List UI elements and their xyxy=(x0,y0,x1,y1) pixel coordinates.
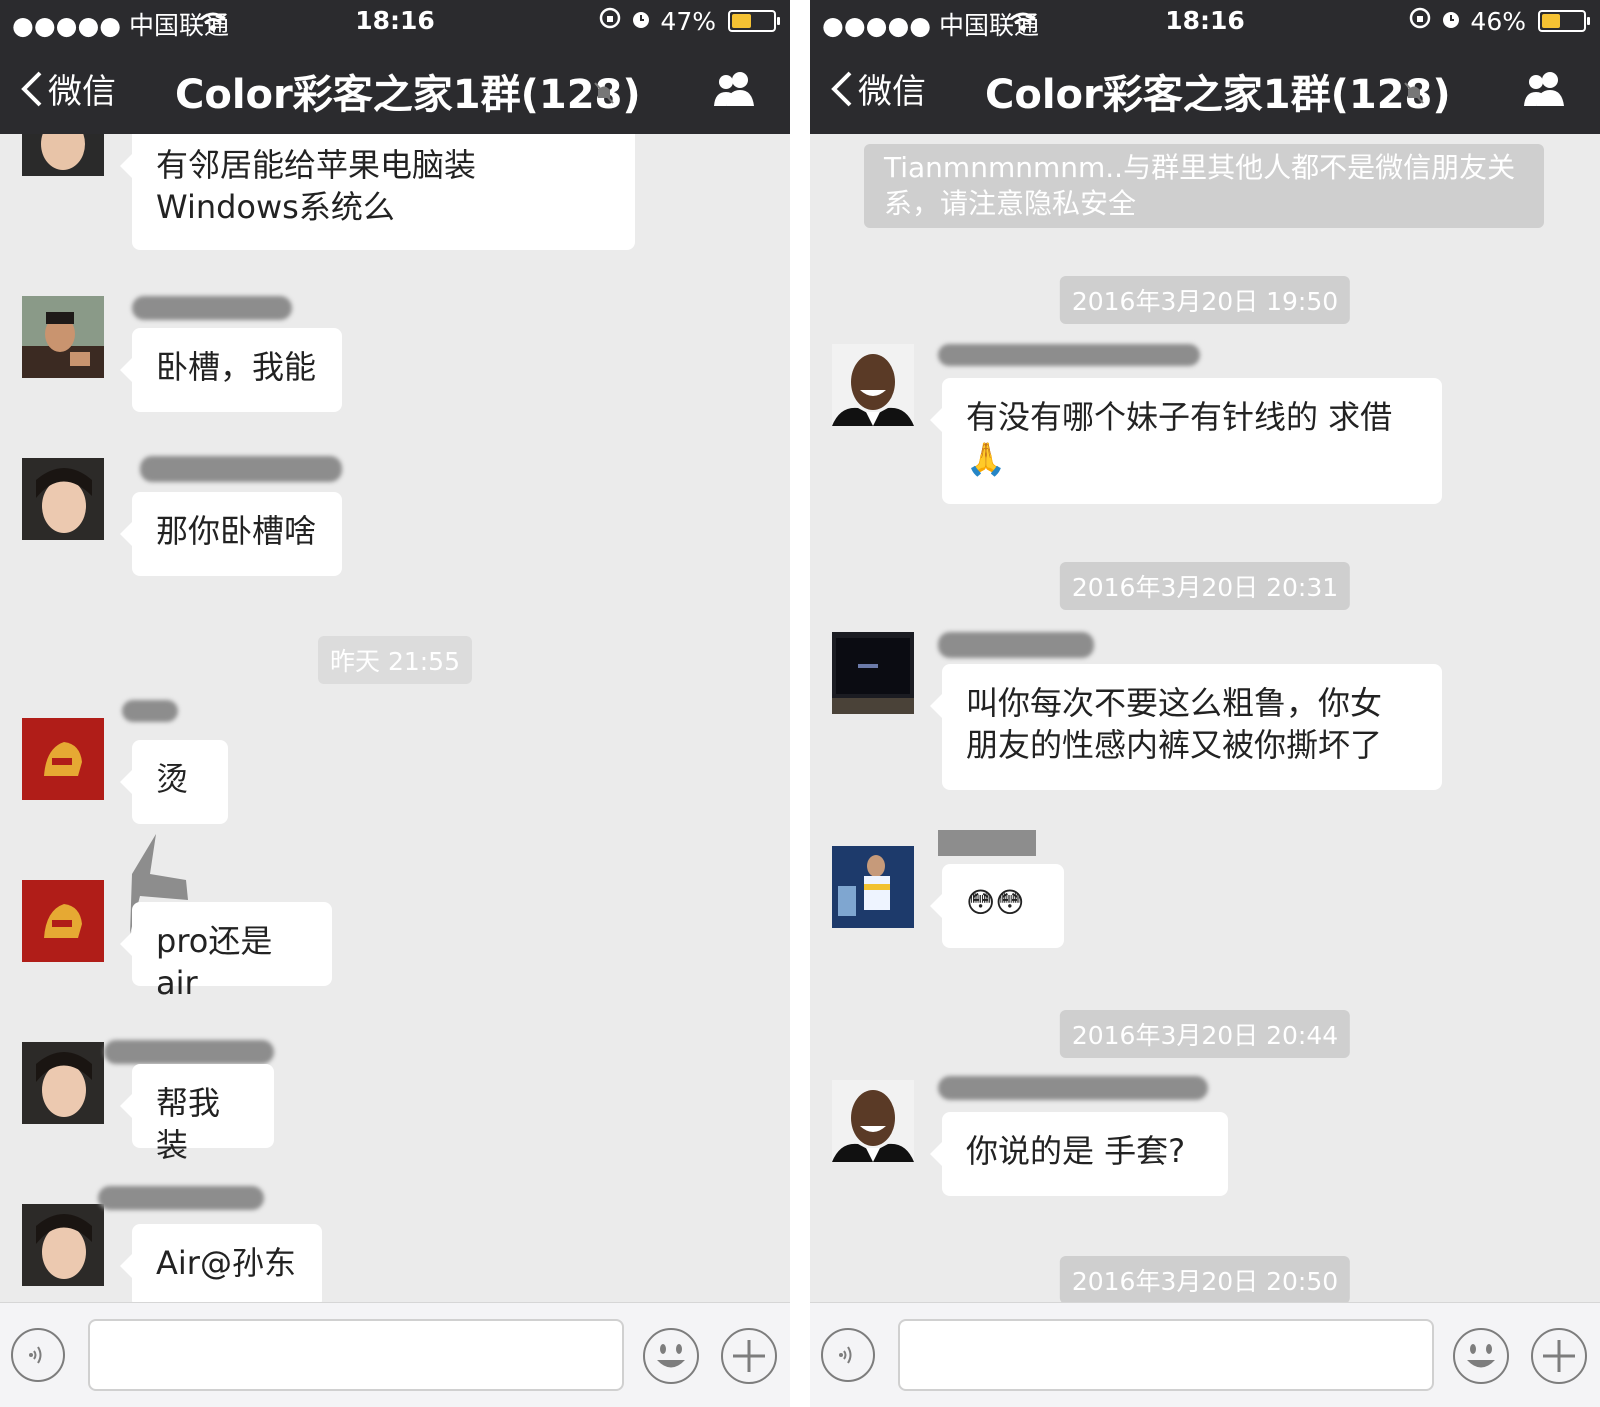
rotation-lock-icon xyxy=(1408,6,1432,36)
message-bubble[interactable]: 你说的是 手套? xyxy=(930,1112,1228,1196)
message-bubble[interactable]: 😳😳 xyxy=(930,864,1064,948)
avatar-girl[interactable] xyxy=(22,134,104,176)
avatar-laughing-man[interactable] xyxy=(832,1080,914,1162)
timestamp-chip: 2016年3月20日 19:50 xyxy=(1059,276,1351,324)
chat-title: Color彩客之家1群(128) xyxy=(175,72,641,118)
message-text-line2: Windows系统么 xyxy=(156,188,395,226)
message-text-line1: 有邻居能给苹果电脑装 xyxy=(156,146,477,184)
back-label: 微信 xyxy=(858,72,926,112)
message-text: Air@孙东 xyxy=(156,1244,296,1282)
mute-icon xyxy=(1402,80,1426,110)
plus-icon xyxy=(721,1328,777,1384)
right-chat-screen: ●●●●● 中国联通 18:16 46% 微信 Color彩客之家1群(128) xyxy=(810,0,1600,1407)
sender-name-redacted xyxy=(98,1186,264,1210)
mute-icon xyxy=(592,80,616,110)
sender-name-redacted xyxy=(132,296,292,320)
message-input[interactable] xyxy=(88,1319,624,1391)
message-text: 烫 xyxy=(156,760,189,798)
message-list[interactable]: 有邻居能给苹果电脑装 Windows系统么 卧槽，我能 那你卧槽啥 昨天 21:… xyxy=(0,134,790,1302)
message-bubble[interactable]: 有没有哪个妹子有针线的 求借 🙏 xyxy=(930,378,1442,504)
voice-button[interactable] xyxy=(820,1327,876,1387)
avatar-lion-logo[interactable] xyxy=(22,718,104,800)
smiley-icon xyxy=(1453,1328,1509,1384)
timestamp-chip: 昨天 21:55 xyxy=(318,636,472,684)
sender-name-redacted xyxy=(140,456,342,482)
battery-icon xyxy=(728,10,780,32)
message-text: 你说的是 手套? xyxy=(966,1132,1186,1170)
input-bar xyxy=(0,1302,790,1407)
voice-icon xyxy=(11,1328,65,1382)
message-bubble[interactable]: 有邻居能给苹果电脑装 Windows系统么 xyxy=(120,134,635,250)
message-list[interactable]: Tianmnmnmnm..与群里其他人都不是微信朋友关系，请注意隐私安全 201… xyxy=(810,134,1600,1302)
message-text-line2: 朋友的性感内裤又被你撕坏了 xyxy=(966,726,1383,764)
back-button[interactable]: 微信 xyxy=(20,64,116,113)
emoji-button[interactable] xyxy=(1452,1327,1510,1389)
message-bubble[interactable]: 帮我装 xyxy=(120,1064,274,1164)
message-bubble[interactable]: 叫你每次不要这么粗鲁，你女 朋友的性感内裤又被你撕坏了 xyxy=(930,664,1442,790)
group-members-button[interactable] xyxy=(710,68,760,112)
avatar-basketball-player[interactable] xyxy=(832,846,914,928)
sender-name-redacted xyxy=(938,830,1036,856)
message-text: 那你卧槽啥 xyxy=(156,512,317,550)
avatar-girl[interactable] xyxy=(22,1042,104,1124)
voice-icon xyxy=(821,1328,875,1382)
flushed-emoji: 😳😳 xyxy=(966,886,1025,919)
people-icon xyxy=(714,72,754,106)
battery-percent: 47% xyxy=(660,6,716,36)
timestamp-chip: 2016年3月20日 20:50 xyxy=(1059,1256,1351,1302)
rotation-lock-icon xyxy=(598,6,622,36)
alarm-icon xyxy=(630,7,652,36)
message-text: pro还是air xyxy=(156,922,273,1002)
message-bubble[interactable]: 卧槽，我能 xyxy=(120,328,342,412)
group-members-button[interactable] xyxy=(1520,68,1570,112)
avatar-dark-screen[interactable] xyxy=(832,632,914,714)
smiley-icon xyxy=(643,1328,699,1384)
status-bar: ●●●●● 中国联通 18:16 46% xyxy=(810,0,1600,44)
message-bubble[interactable]: Air@孙东 xyxy=(120,1224,322,1302)
people-icon xyxy=(1524,72,1564,106)
timestamp-chip: 2016年3月20日 20:31 xyxy=(1059,562,1351,610)
sender-name-redacted xyxy=(938,344,1200,366)
message-bubble[interactable]: 烫 xyxy=(120,740,228,824)
sender-name-redacted xyxy=(122,700,178,722)
nav-bar: 微信 Color彩客之家1群(128) xyxy=(0,44,790,134)
battery-percent: 46% xyxy=(1470,6,1526,36)
timestamp-chip: 2016年3月20日 20:44 xyxy=(1059,1010,1351,1058)
message-text: 卧槽，我能 xyxy=(156,348,317,386)
battery-icon xyxy=(1538,10,1590,32)
status-bar: ●●●●● 中国联通 18:16 47% xyxy=(0,0,790,44)
avatar-boy[interactable] xyxy=(22,296,104,378)
nav-bar: 微信 Color彩客之家1群(128) xyxy=(810,44,1600,134)
back-label: 微信 xyxy=(48,72,116,112)
message-input[interactable] xyxy=(898,1319,1434,1391)
left-chat-screen: ●●●●● 中国联通 18:16 47% 微信 Color彩客之家1群(128) xyxy=(0,0,790,1407)
alarm-icon xyxy=(1440,7,1462,36)
message-text-line1: 叫你每次不要这么粗鲁，你女 xyxy=(966,684,1383,722)
chevron-left-icon xyxy=(21,71,42,106)
sender-name-redacted xyxy=(104,1040,274,1064)
chat-title: Color彩客之家1群(128) xyxy=(985,72,1451,118)
plus-icon xyxy=(1531,1328,1587,1384)
input-bar xyxy=(810,1302,1600,1407)
back-button[interactable]: 微信 xyxy=(830,64,926,113)
emoji-button[interactable] xyxy=(642,1327,700,1389)
plus-button[interactable] xyxy=(1530,1327,1588,1389)
avatar-laughing-man[interactable] xyxy=(832,344,914,426)
message-text: 帮我装 xyxy=(156,1084,221,1164)
plus-button[interactable] xyxy=(720,1327,778,1389)
voice-button[interactable] xyxy=(10,1327,66,1387)
message-bubble[interactable]: 那你卧槽啥 xyxy=(120,492,342,576)
message-text: 有没有哪个妹子有针线的 求借 xyxy=(966,398,1393,436)
avatar-girl[interactable] xyxy=(22,458,104,540)
privacy-notice: Tianmnmnmnm..与群里其他人都不是微信朋友关系，请注意隐私安全 xyxy=(864,144,1544,228)
avatar-lion-logo[interactable] xyxy=(22,880,104,962)
sender-name-redacted xyxy=(938,1076,1208,1100)
sender-name-redacted xyxy=(938,632,1094,658)
pray-emoji: 🙏 xyxy=(966,440,1006,478)
message-bubble[interactable]: pro还是air xyxy=(120,902,332,1002)
chevron-left-icon xyxy=(831,71,852,106)
avatar-girl[interactable] xyxy=(22,1204,104,1286)
